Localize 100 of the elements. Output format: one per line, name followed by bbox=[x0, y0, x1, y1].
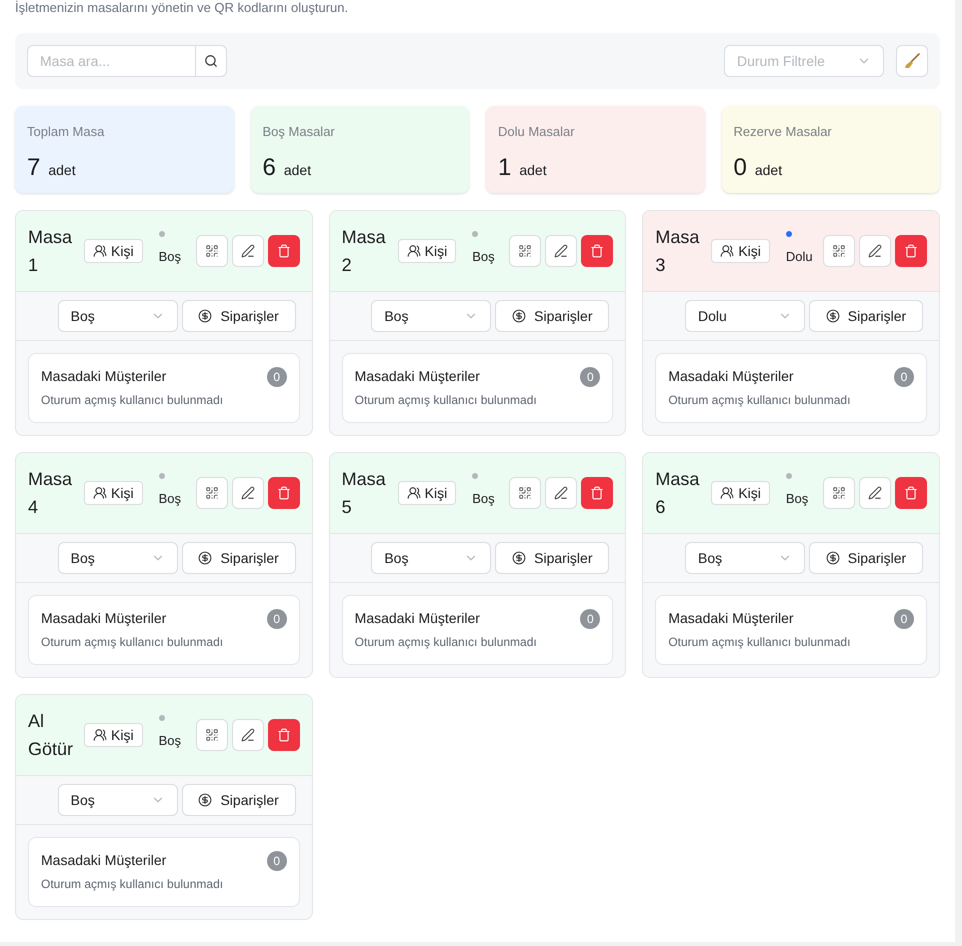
table-name: Masa 6 bbox=[655, 468, 700, 519]
edit-button[interactable] bbox=[545, 235, 578, 267]
customers-title: Masadaki Müşteriler bbox=[41, 851, 166, 870]
customers-count: 0 bbox=[266, 850, 287, 870]
delete-button[interactable] bbox=[268, 235, 300, 267]
table-name: Masa 2 bbox=[342, 226, 387, 277]
customers-title: Masadaki Müşteriler bbox=[354, 367, 480, 386]
customers-count: 0 bbox=[266, 608, 287, 628]
users-icon bbox=[93, 244, 107, 258]
edit-button[interactable] bbox=[232, 235, 264, 267]
guests-button[interactable]: Kişi bbox=[84, 723, 143, 747]
guests-button[interactable]: Kişi bbox=[398, 481, 456, 505]
qr-code-button[interactable] bbox=[822, 235, 855, 267]
orders-button[interactable]: Siparişler bbox=[808, 300, 923, 332]
trash-icon bbox=[276, 728, 291, 742]
qr-code-icon bbox=[832, 244, 846, 258]
orders-button[interactable]: Siparişler bbox=[495, 542, 610, 574]
trash-icon bbox=[590, 486, 604, 500]
table-name: Masa 4 bbox=[28, 468, 74, 519]
orders-button[interactable]: Siparişler bbox=[808, 542, 923, 574]
status-select[interactable]: Boş bbox=[371, 542, 492, 574]
edit-button[interactable] bbox=[232, 719, 264, 751]
customers-title: Masadaki Müşteriler bbox=[668, 609, 794, 628]
guests-button[interactable]: Kişi bbox=[84, 481, 143, 505]
qr-code-button[interactable] bbox=[196, 477, 228, 509]
status-select[interactable]: Boş bbox=[684, 542, 805, 574]
stat-label: Dolu Masalar bbox=[498, 123, 576, 141]
qr-code-button[interactable] bbox=[196, 235, 228, 267]
delete-button[interactable] bbox=[581, 477, 614, 509]
edit-button[interactable] bbox=[858, 477, 891, 509]
search-field[interactable]: Masa ara... bbox=[27, 45, 196, 77]
users-icon bbox=[93, 486, 107, 500]
users-icon bbox=[406, 244, 421, 258]
trash-icon bbox=[904, 244, 918, 258]
broom-icon bbox=[903, 52, 921, 70]
status-select[interactable]: Boş bbox=[58, 300, 178, 332]
customers-count: 0 bbox=[894, 608, 914, 628]
qr-code-icon bbox=[204, 486, 219, 500]
stat-value: 1 bbox=[498, 152, 512, 182]
status-select[interactable]: Dolu bbox=[684, 300, 805, 332]
orders-button[interactable]: Siparişler bbox=[495, 300, 610, 332]
stat-unit: adet bbox=[519, 160, 547, 180]
stat-value: 0 bbox=[734, 152, 747, 182]
customers-count: 0 bbox=[580, 366, 600, 386]
edit-icon bbox=[554, 486, 568, 500]
edit-icon bbox=[240, 244, 255, 258]
qr-code-icon bbox=[832, 486, 846, 500]
users-icon bbox=[93, 728, 107, 742]
status-text: Boş bbox=[158, 490, 182, 508]
users-icon bbox=[720, 486, 734, 500]
dollar-circle-icon bbox=[198, 309, 212, 323]
edit-icon bbox=[868, 486, 882, 500]
dollar-circle-icon bbox=[198, 551, 212, 565]
delete-button[interactable] bbox=[268, 477, 300, 509]
dollar-circle-icon bbox=[512, 309, 526, 323]
search-icon bbox=[204, 54, 218, 68]
qr-code-button[interactable] bbox=[509, 235, 542, 267]
customers-empty-text: Oturum açmış kullanıcı bulunmadı bbox=[41, 392, 224, 409]
customers-empty-text: Oturum açmış kullanıcı bulunmadı bbox=[668, 634, 852, 651]
orders-button[interactable]: Siparişler bbox=[182, 300, 296, 332]
delete-button[interactable] bbox=[268, 719, 300, 751]
delete-button[interactable] bbox=[581, 235, 614, 267]
guests-button[interactable]: Kişi bbox=[398, 239, 456, 263]
status-text: Boş bbox=[158, 248, 182, 266]
qr-code-button[interactable] bbox=[822, 477, 855, 509]
table-name: Masa 1 bbox=[28, 226, 74, 277]
edit-button[interactable] bbox=[545, 477, 578, 509]
guests-button[interactable]: Kişi bbox=[711, 481, 770, 505]
customers-count: 0 bbox=[894, 366, 914, 386]
status-select[interactable]: Boş bbox=[58, 784, 178, 816]
stat-unit: adet bbox=[48, 160, 76, 180]
delete-button[interactable] bbox=[894, 477, 927, 509]
guests-button[interactable]: Kişi bbox=[711, 239, 770, 263]
table-name: Masa 3 bbox=[655, 226, 700, 277]
status-text: Boş bbox=[472, 490, 496, 508]
trash-icon bbox=[590, 244, 604, 258]
orders-button[interactable]: Siparişler bbox=[182, 542, 296, 574]
dollar-circle-icon bbox=[512, 551, 526, 565]
qr-code-icon bbox=[204, 728, 219, 742]
guests-button[interactable]: Kişi bbox=[84, 239, 143, 263]
status-select[interactable]: Boş bbox=[371, 300, 492, 332]
edit-icon bbox=[554, 244, 568, 258]
edit-icon bbox=[868, 244, 882, 258]
trash-icon bbox=[904, 486, 918, 500]
delete-button[interactable] bbox=[894, 235, 927, 267]
customers-empty-text: Oturum açmış kullanıcı bulunmadı bbox=[41, 876, 224, 893]
trash-icon bbox=[276, 486, 291, 500]
edit-button[interactable] bbox=[232, 477, 264, 509]
status-text: Boş bbox=[786, 490, 810, 508]
qr-code-icon bbox=[518, 244, 532, 258]
customers-empty-text: Oturum açmış kullanıcı bulunmadı bbox=[354, 392, 538, 409]
qr-code-button[interactable] bbox=[196, 719, 228, 751]
qr-code-button[interactable] bbox=[509, 477, 542, 509]
customers-title: Masadaki Müşteriler bbox=[41, 609, 166, 628]
dollar-circle-icon bbox=[826, 309, 840, 323]
search-button[interactable] bbox=[195, 45, 227, 77]
edit-button[interactable] bbox=[858, 235, 891, 267]
orders-button[interactable]: Siparişler bbox=[182, 784, 296, 816]
customers-title: Masadaki Müşteriler bbox=[668, 367, 794, 386]
status-select[interactable]: Boş bbox=[58, 542, 178, 574]
